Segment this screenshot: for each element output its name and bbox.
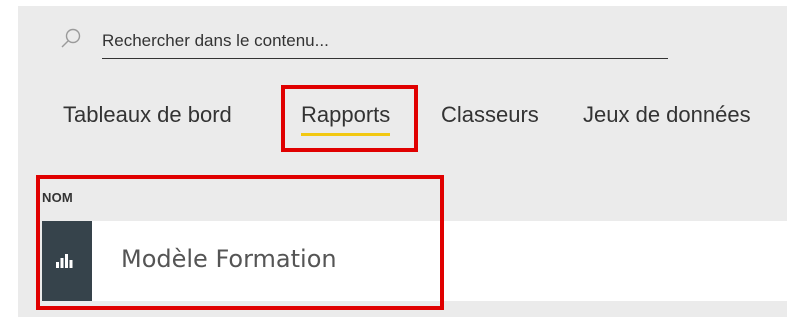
tab-label: Classeurs (441, 102, 539, 127)
search-bar (60, 26, 668, 60)
tab-classeurs[interactable]: Classeurs (441, 100, 539, 130)
active-tab-indicator (301, 133, 391, 136)
bar-chart-icon (56, 254, 73, 268)
report-icon-tile (42, 221, 92, 301)
search-icon (60, 28, 82, 50)
tab-label: Jeux de données (583, 102, 751, 127)
tab-label: Tableaux de bord (63, 102, 232, 127)
tab-tableaux-de-bord[interactable]: Tableaux de bord (63, 100, 232, 130)
tab-rapports[interactable]: Rapports (301, 100, 391, 136)
report-name: Modèle Formation (121, 245, 337, 273)
table-row[interactable]: Modèle Formation (42, 221, 787, 301)
tab-label: Rapports (301, 102, 391, 127)
column-header-name: NOM (42, 190, 73, 205)
search-input[interactable] (102, 26, 668, 59)
tab-jeux-de-donnees[interactable]: Jeux de données (583, 100, 751, 130)
